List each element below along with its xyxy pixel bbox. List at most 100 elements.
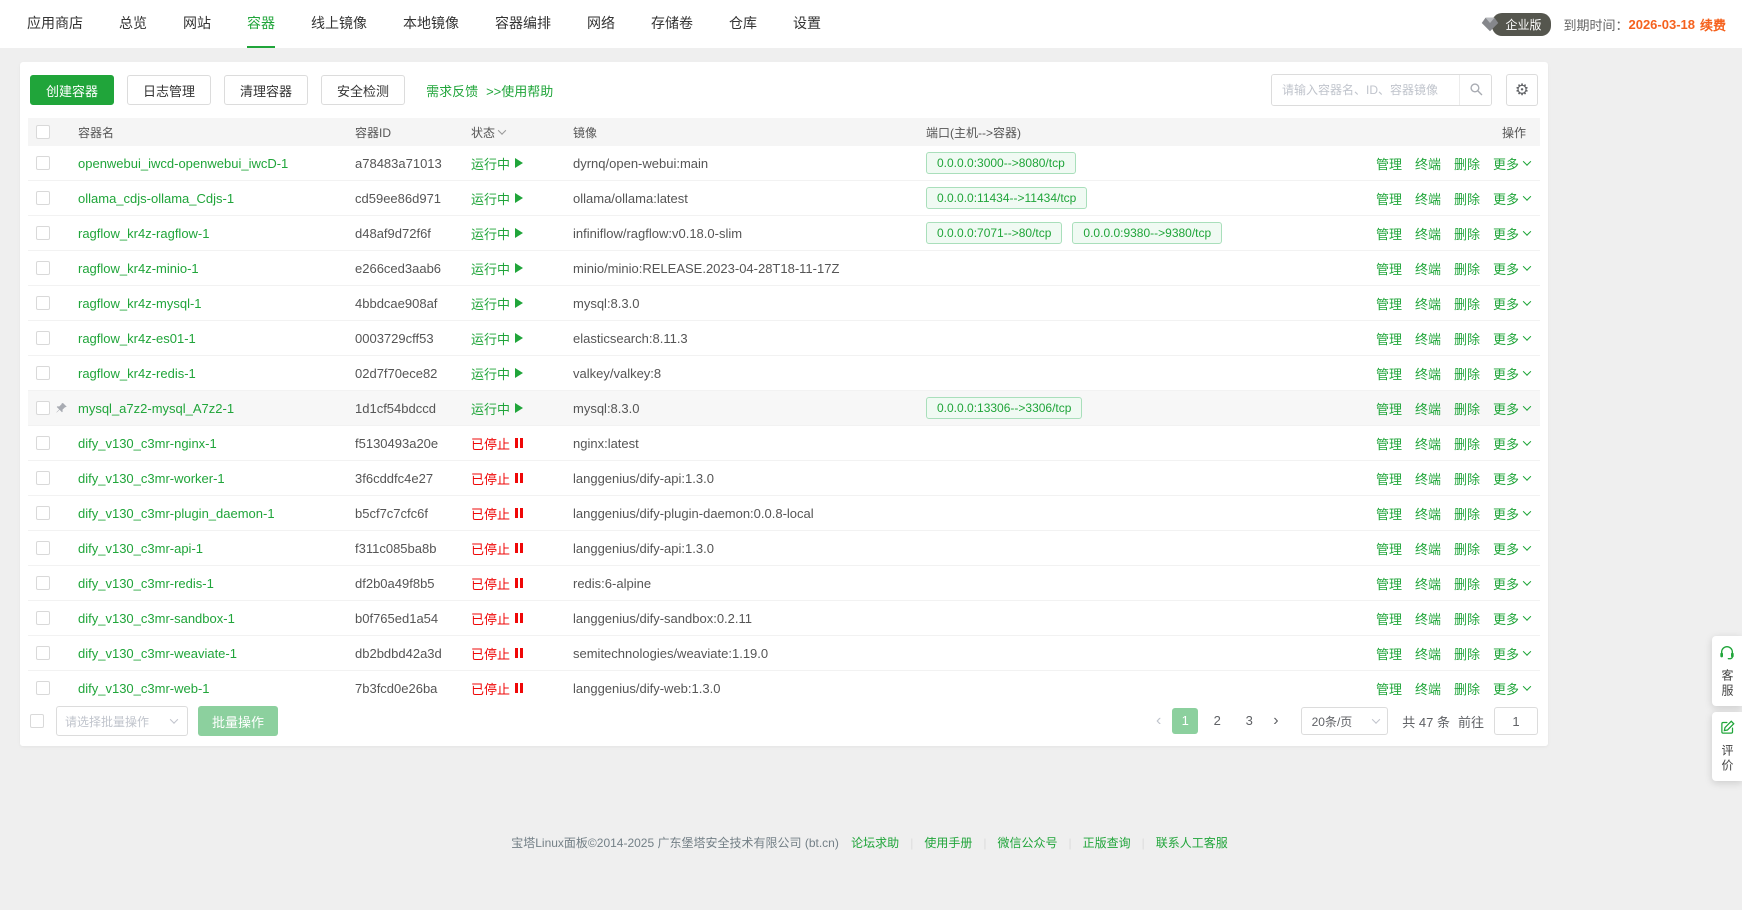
row-checkbox[interactable] bbox=[36, 366, 50, 380]
terminal-link[interactable]: 终端 bbox=[1415, 329, 1441, 348]
more-link[interactable]: 更多 bbox=[1493, 504, 1530, 523]
terminal-link[interactable]: 终端 bbox=[1415, 469, 1441, 488]
delete-link[interactable]: 删除 bbox=[1454, 329, 1480, 348]
manage-link[interactable]: 管理 bbox=[1376, 259, 1402, 278]
nav-item-9[interactable]: 存储卷 bbox=[651, 0, 693, 48]
row-checkbox[interactable] bbox=[36, 576, 50, 590]
more-link[interactable]: 更多 bbox=[1493, 644, 1530, 663]
terminal-link[interactable]: 终端 bbox=[1415, 679, 1441, 697]
terminal-link[interactable]: 终端 bbox=[1415, 504, 1441, 523]
delete-link[interactable]: 删除 bbox=[1454, 539, 1480, 558]
page-button-3[interactable]: 3 bbox=[1236, 708, 1262, 734]
container-name-link[interactable]: dify_v130_c3mr-worker-1 bbox=[78, 471, 225, 486]
container-name-link[interactable]: dify_v130_c3mr-web-1 bbox=[78, 681, 210, 696]
nav-item-11[interactable]: 设置 bbox=[793, 0, 821, 48]
footer-link-1[interactable]: 论坛求助 bbox=[851, 836, 899, 850]
more-link[interactable]: 更多 bbox=[1493, 294, 1530, 313]
customer-service-widget[interactable]: 客服 bbox=[1712, 636, 1742, 706]
manage-link[interactable]: 管理 bbox=[1376, 224, 1402, 243]
more-link[interactable]: 更多 bbox=[1493, 399, 1530, 418]
header-status-filter[interactable]: 状态 bbox=[471, 124, 573, 141]
delete-link[interactable]: 删除 bbox=[1454, 679, 1480, 697]
delete-link[interactable]: 删除 bbox=[1454, 469, 1480, 488]
nav-item-5[interactable]: 线上镜像 bbox=[311, 0, 367, 48]
nav-item-1[interactable]: 应用商店 bbox=[27, 0, 83, 48]
container-name-link[interactable]: dify_v130_c3mr-nginx-1 bbox=[78, 436, 217, 451]
row-checkbox[interactable] bbox=[36, 646, 50, 660]
nav-item-2[interactable]: 总览 bbox=[119, 0, 147, 48]
container-name-link[interactable]: dify_v130_c3mr-plugin_daemon-1 bbox=[78, 506, 275, 521]
create-container-button[interactable]: 创建容器 bbox=[30, 75, 114, 105]
terminal-link[interactable]: 终端 bbox=[1415, 154, 1441, 173]
manage-link[interactable]: 管理 bbox=[1376, 504, 1402, 523]
container-name-link[interactable]: dify_v130_c3mr-sandbox-1 bbox=[78, 611, 235, 626]
search-button[interactable] bbox=[1459, 75, 1491, 105]
container-name-link[interactable]: dify_v130_c3mr-redis-1 bbox=[78, 576, 214, 591]
row-checkbox[interactable] bbox=[36, 331, 50, 345]
manage-link[interactable]: 管理 bbox=[1376, 539, 1402, 558]
more-link[interactable]: 更多 bbox=[1493, 154, 1530, 173]
search-input[interactable] bbox=[1272, 75, 1459, 105]
more-link[interactable]: 更多 bbox=[1493, 469, 1530, 488]
row-checkbox[interactable] bbox=[36, 471, 50, 485]
more-link[interactable]: 更多 bbox=[1493, 364, 1530, 383]
terminal-link[interactable]: 终端 bbox=[1415, 189, 1441, 208]
row-checkbox[interactable] bbox=[36, 541, 50, 555]
security-check-button[interactable]: 安全检测 bbox=[321, 75, 405, 105]
container-name-link[interactable]: ragflow_kr4z-ragflow-1 bbox=[78, 226, 210, 241]
manage-link[interactable]: 管理 bbox=[1376, 294, 1402, 313]
feedback-link[interactable]: 需求反馈 bbox=[426, 81, 478, 100]
delete-link[interactable]: 删除 bbox=[1454, 189, 1480, 208]
nav-item-8[interactable]: 网络 bbox=[587, 0, 615, 48]
delete-link[interactable]: 删除 bbox=[1454, 364, 1480, 383]
terminal-link[interactable]: 终端 bbox=[1415, 399, 1441, 418]
rate-widget[interactable]: 评价 bbox=[1712, 712, 1742, 781]
container-name-link[interactable]: ragflow_kr4z-mysql-1 bbox=[78, 296, 202, 311]
container-name-link[interactable]: ragflow_kr4z-minio-1 bbox=[78, 261, 199, 276]
footer-link-3[interactable]: 微信公众号 bbox=[997, 836, 1057, 850]
container-name-link[interactable]: mysql_a7z2-mysql_A7z2-1 bbox=[78, 401, 234, 416]
row-checkbox[interactable] bbox=[36, 436, 50, 450]
batch-select-all-checkbox[interactable] bbox=[30, 714, 44, 728]
row-checkbox[interactable] bbox=[36, 226, 50, 240]
delete-link[interactable]: 删除 bbox=[1454, 574, 1480, 593]
batch-action-select[interactable]: 请选择批量操作 bbox=[56, 706, 188, 736]
more-link[interactable]: 更多 bbox=[1493, 539, 1530, 558]
more-link[interactable]: 更多 bbox=[1493, 434, 1530, 453]
help-link[interactable]: >>使用帮助 bbox=[486, 81, 553, 100]
container-name-link[interactable]: dify_v130_c3mr-weaviate-1 bbox=[78, 646, 237, 661]
select-all-checkbox[interactable] bbox=[36, 125, 50, 139]
manage-link[interactable]: 管理 bbox=[1376, 574, 1402, 593]
manage-link[interactable]: 管理 bbox=[1376, 189, 1402, 208]
nav-item-3[interactable]: 网站 bbox=[183, 0, 211, 48]
manage-link[interactable]: 管理 bbox=[1376, 364, 1402, 383]
row-checkbox[interactable] bbox=[36, 156, 50, 170]
terminal-link[interactable]: 终端 bbox=[1415, 644, 1441, 663]
row-checkbox[interactable] bbox=[36, 191, 50, 205]
nav-item-7[interactable]: 容器编排 bbox=[495, 0, 551, 48]
delete-link[interactable]: 删除 bbox=[1454, 399, 1480, 418]
settings-button[interactable]: ⚙ bbox=[1506, 74, 1538, 106]
page-button-1[interactable]: 1 bbox=[1172, 708, 1198, 734]
renew-link[interactable]: 续费 bbox=[1700, 15, 1726, 34]
manage-link[interactable]: 管理 bbox=[1376, 469, 1402, 488]
delete-link[interactable]: 删除 bbox=[1454, 644, 1480, 663]
terminal-link[interactable]: 终端 bbox=[1415, 224, 1441, 243]
footer-link-4[interactable]: 正版查询 bbox=[1083, 836, 1131, 850]
container-name-link[interactable]: ollama_cdjs-ollama_Cdjs-1 bbox=[78, 191, 234, 206]
row-checkbox[interactable] bbox=[36, 611, 50, 625]
row-checkbox[interactable] bbox=[36, 506, 50, 520]
delete-link[interactable]: 删除 bbox=[1454, 434, 1480, 453]
terminal-link[interactable]: 终端 bbox=[1415, 259, 1441, 278]
clean-container-button[interactable]: 清理容器 bbox=[224, 75, 308, 105]
next-page-button[interactable]: › bbox=[1265, 708, 1286, 734]
row-checkbox[interactable] bbox=[36, 401, 50, 415]
delete-link[interactable]: 删除 bbox=[1454, 154, 1480, 173]
container-name-link[interactable]: ragflow_kr4z-es01-1 bbox=[78, 331, 196, 346]
terminal-link[interactable]: 终端 bbox=[1415, 539, 1441, 558]
row-checkbox[interactable] bbox=[36, 261, 50, 275]
footer-link-5[interactable]: 联系人工客服 bbox=[1156, 836, 1228, 850]
manage-link[interactable]: 管理 bbox=[1376, 644, 1402, 663]
manage-link[interactable]: 管理 bbox=[1376, 434, 1402, 453]
nav-item-4[interactable]: 容器 bbox=[247, 0, 275, 48]
